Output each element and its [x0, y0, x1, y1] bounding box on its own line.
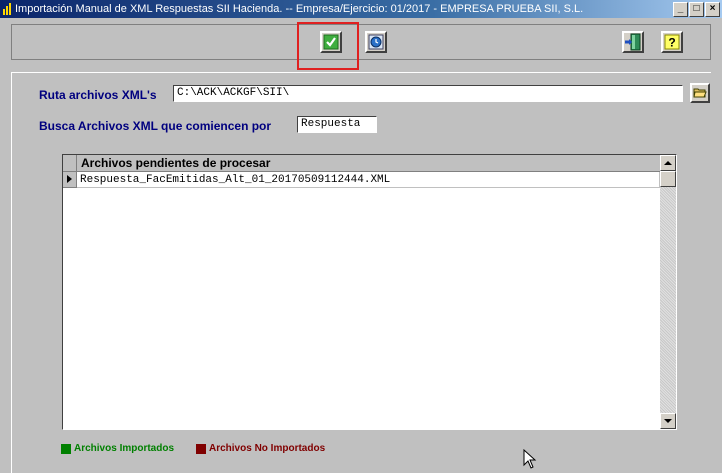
ruta-label: Ruta archivos XML's — [39, 88, 157, 102]
clock-icon — [368, 34, 384, 50]
row-pointer-icon — [67, 175, 72, 183]
help-question-icon: ? — [664, 34, 680, 50]
column-header[interactable]: Archivos pendientes de procesar — [77, 155, 660, 172]
mouse-cursor-icon — [523, 449, 537, 469]
svg-text:?: ? — [668, 36, 675, 50]
vertical-scrollbar[interactable] — [660, 155, 676, 429]
legend-not-imported: Archivos No Importados — [196, 443, 325, 454]
busca-input[interactable]: Respuesta — [297, 116, 377, 133]
arrow-up-icon — [664, 161, 672, 165]
exit-button[interactable] — [622, 31, 644, 53]
scroll-down-button[interactable] — [660, 413, 676, 429]
busca-label: Busca Archivos XML que comiencen por — [39, 119, 272, 133]
clock-button[interactable] — [365, 31, 387, 53]
not-imported-swatch — [196, 443, 206, 454]
ruta-input[interactable]: C:\ACK\ACKGF\SII\ — [173, 85, 683, 102]
arrow-down-icon — [664, 419, 672, 423]
title-bar: Importación Manual de XML Respuestas SII… — [0, 0, 722, 18]
scroll-thumb[interactable] — [660, 171, 676, 187]
green-check-icon — [323, 34, 339, 50]
row-indicator[interactable] — [63, 172, 77, 188]
legend-imported: Archivos Importados — [61, 443, 174, 454]
grid-corner — [63, 155, 77, 172]
not-imported-label: Archivos No Importados — [209, 443, 326, 454]
toolbar: ? — [11, 24, 711, 60]
accept-button[interactable] — [320, 31, 342, 53]
window-title: Importación Manual de XML Respuestas SII… — [15, 3, 584, 15]
folder-open-icon — [693, 88, 707, 98]
imported-swatch — [61, 443, 71, 454]
imported-label: Archivos Importados — [74, 443, 175, 454]
exit-door-icon — [625, 33, 641, 51]
minimize-button[interactable]: _ — [673, 2, 688, 17]
window-controls: _ □ × — [673, 2, 720, 17]
app-icon — [3, 3, 11, 15]
files-grid: Archivos pendientes de procesar Respuest… — [62, 154, 677, 430]
help-button[interactable]: ? — [661, 31, 683, 53]
scroll-up-button[interactable] — [660, 155, 676, 171]
browse-folder-button[interactable] — [690, 83, 710, 103]
table-row[interactable]: Respuesta_FacEmitidas_Alt_01_20170509112… — [77, 172, 660, 188]
close-button[interactable]: × — [705, 2, 720, 17]
maximize-button[interactable]: □ — [689, 2, 704, 17]
